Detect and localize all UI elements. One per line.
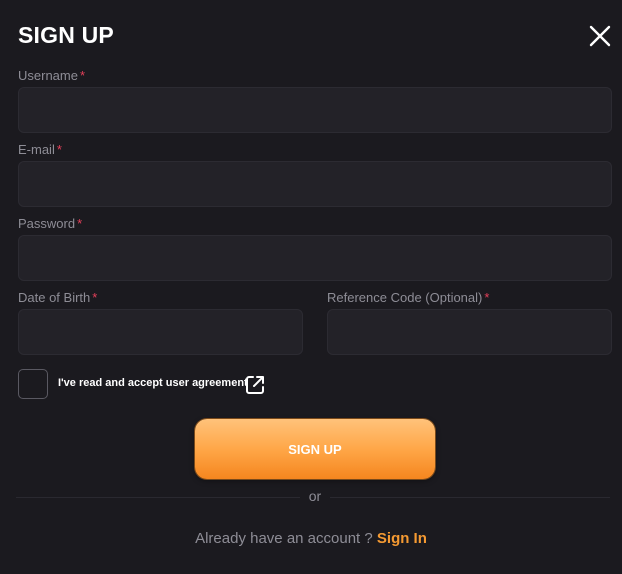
- or-separator: or: [300, 488, 330, 504]
- username-label: Username *: [18, 68, 85, 84]
- signin-prompt-text: Already have an account ?: [195, 530, 373, 547]
- signin-prompt: Already have an account ? Sign In: [0, 530, 622, 547]
- signup-modal: SIGN UP Username * E-mail * Password * Date…: [0, 0, 622, 574]
- password-label: Password *: [18, 216, 82, 232]
- user-agreement-link[interactable]: [244, 374, 266, 396]
- external-link-icon: [246, 376, 264, 394]
- required-mark: *: [92, 290, 98, 305]
- page-title: SIGN UP: [18, 22, 114, 48]
- dob-label: Date of Birth *: [18, 290, 97, 306]
- email-input[interactable]: [18, 161, 612, 207]
- agreement-checkbox[interactable]: [18, 369, 48, 399]
- username-label-text: Username: [18, 68, 78, 83]
- email-label: E-mail *: [18, 142, 62, 158]
- required-mark: *: [484, 290, 490, 305]
- close-button[interactable]: [588, 24, 612, 48]
- signin-link[interactable]: Sign In: [377, 530, 427, 547]
- close-icon: [589, 25, 611, 47]
- dob-label-text: Date of Birth: [18, 290, 91, 305]
- signup-button[interactable]: SIGN UP: [195, 419, 435, 479]
- password-input[interactable]: [18, 235, 612, 281]
- dob-input[interactable]: [18, 309, 303, 355]
- required-mark: *: [77, 216, 83, 231]
- reference-label: Reference Code (Optional) *: [327, 290, 489, 306]
- username-input[interactable]: [18, 87, 612, 133]
- required-mark: *: [56, 142, 62, 157]
- required-mark: *: [79, 68, 86, 83]
- email-label-text: E-mail: [18, 142, 55, 157]
- reference-code-input[interactable]: [327, 309, 612, 355]
- agreement-label: I've read and accept user agreement: [58, 377, 248, 389]
- reference-label-text: Reference Code (Optional): [327, 290, 483, 305]
- password-label-text: Password: [18, 216, 76, 231]
